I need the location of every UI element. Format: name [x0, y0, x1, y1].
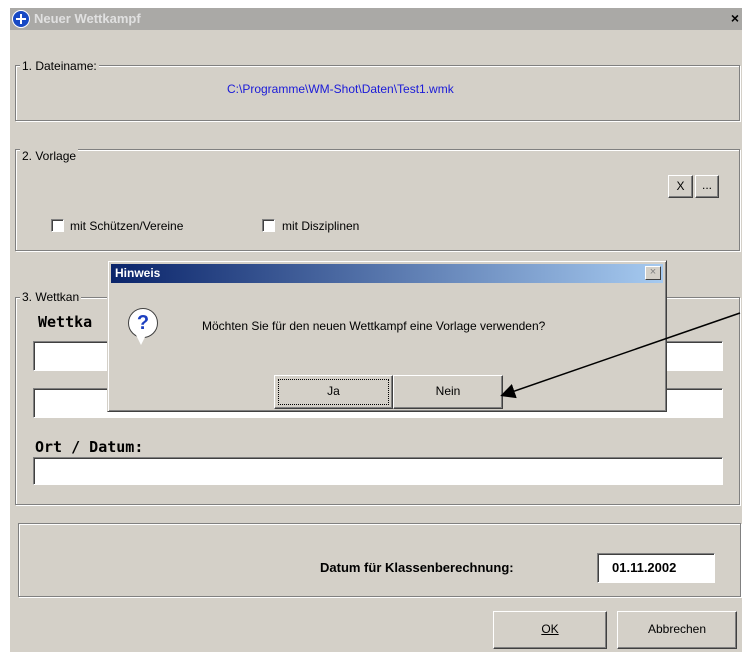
dialog-title: Hinweis [115, 266, 161, 280]
group-wettkampf-label: 3. Wettkan [20, 290, 82, 304]
question-icon: ? [128, 308, 158, 338]
checkbox-schuetzen-label[interactable]: mit Schützen/Vereine [70, 219, 183, 233]
dialog-close-button[interactable]: × [645, 266, 661, 280]
ok-button[interactable]: OK [493, 611, 607, 649]
file-path: C:\Programme\WM-Shot\Daten\Test1.wmk [227, 82, 454, 96]
dialog-no-button[interactable]: Nein [393, 375, 503, 409]
group-vorlage [15, 149, 740, 251]
dialog-yes-label: Ja [327, 384, 340, 398]
app-plus-icon [12, 10, 30, 28]
window-title: Neuer Wettkampf [34, 11, 141, 26]
group-dateiname-label: 1. Dateiname: [20, 59, 99, 73]
ort-datum-input[interactable] [33, 457, 723, 485]
checkbox-disziplinen-label[interactable]: mit Disziplinen [282, 219, 359, 233]
window-close-button[interactable]: × [728, 10, 742, 26]
hinweis-dialog: Hinweis × ? Möchten Sie für den neuen We… [107, 260, 667, 412]
wettkampf-name-label: Wettka [38, 313, 93, 331]
checkbox-disziplinen[interactable] [262, 219, 275, 232]
class-date-label: Datum für Klassenberechnung: [320, 560, 514, 575]
template-browse-button[interactable]: ... [695, 175, 719, 198]
checkbox-schuetzen[interactable] [51, 219, 64, 232]
dialog-no-label: Nein [435, 384, 461, 398]
title-bar: Neuer Wettkampf × [10, 8, 742, 30]
question-icon-tail [136, 335, 146, 345]
cancel-button-label: Abbrechen [647, 622, 707, 636]
class-date-value: 01.11.2002 [612, 560, 677, 575]
ort-datum-label: Ort / Datum: [35, 438, 144, 456]
dialog-yes-button[interactable]: Ja [274, 375, 393, 409]
template-clear-button[interactable]: X [668, 175, 693, 198]
dialog-title-bar: Hinweis × [111, 264, 663, 283]
ok-button-label: OK [541, 622, 559, 636]
class-date-input[interactable]: 01.11.2002 [597, 553, 715, 583]
cancel-button[interactable]: Abbrechen [617, 611, 737, 649]
dialog-message: Möchten Sie für den neuen Wettkampf eine… [202, 319, 546, 333]
group-vorlage-label: 2. Vorlage [20, 149, 79, 163]
